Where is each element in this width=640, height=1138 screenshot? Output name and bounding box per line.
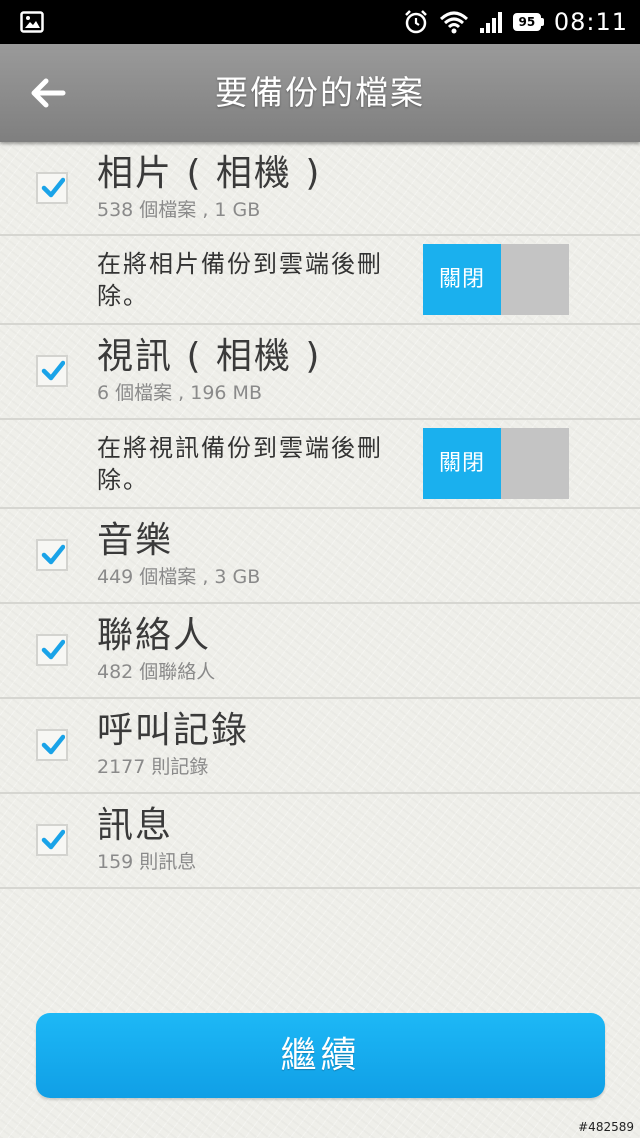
battery-level: 95 — [512, 13, 541, 31]
back-button[interactable] — [20, 68, 76, 118]
checkmark-icon — [41, 734, 65, 755]
battery-icon: 95 — [512, 13, 544, 31]
watermark: #482589 — [578, 1120, 634, 1134]
backup-list: 相片 ( 相機 ) 538 個檔案 , 1 GB 在將相片備份到雲端後刪除。 關… — [0, 142, 640, 889]
alarm-icon — [404, 10, 427, 34]
list-item-contacts[interactable]: 聯絡人 482 個聯絡人 — [0, 604, 640, 699]
checkmark-icon — [41, 360, 65, 381]
list-item-music[interactable]: 音樂 449 個檔案 , 3 GB — [0, 509, 640, 604]
status-bar: 95 08:11 — [0, 0, 640, 44]
item-title: 訊息 — [97, 805, 174, 846]
item-subtitle: 449 個檔案 , 3 GB — [97, 566, 261, 588]
toggle-label: 在將視訊備份到雲端後刪除。 — [97, 434, 383, 494]
toggle-state: 關閉 — [423, 244, 501, 315]
setting-row-delete-photos: 在將相片備份到雲端後刪除。 關閉 — [0, 236, 640, 325]
toggle-state: 關閉 — [423, 428, 501, 499]
list-item-call-log[interactable]: 呼叫記錄 2177 則記錄 — [0, 699, 640, 794]
call-log-checkbox[interactable] — [36, 729, 68, 761]
contacts-checkbox[interactable] — [36, 634, 68, 666]
item-subtitle: 482 個聯絡人 — [97, 661, 216, 683]
gallery-icon — [20, 11, 44, 33]
delete-photos-toggle[interactable]: 關閉 — [423, 244, 569, 315]
delete-videos-toggle[interactable]: 關閉 — [423, 428, 569, 499]
messages-checkbox[interactable] — [36, 824, 68, 856]
photos-checkbox[interactable] — [36, 172, 68, 204]
continue-button[interactable]: 繼續 — [36, 1013, 605, 1098]
item-title: 聯絡人 — [97, 615, 212, 656]
item-subtitle: 6 個檔案 , 196 MB — [97, 382, 262, 404]
checkmark-icon — [41, 639, 65, 660]
item-subtitle: 538 個檔案 , 1 GB — [97, 199, 261, 221]
music-checkbox[interactable] — [36, 539, 68, 571]
toggle-label: 在將相片備份到雲端後刪除。 — [97, 250, 383, 310]
app-header: 要備份的檔案 — [0, 44, 640, 142]
item-title: 視訊 ( 相機 ) — [97, 336, 322, 377]
checkmark-icon — [41, 544, 65, 565]
list-item-videos[interactable]: 視訊 ( 相機 ) 6 個檔案 , 196 MB — [0, 325, 640, 420]
item-title: 音樂 — [97, 520, 174, 561]
setting-row-delete-videos: 在將視訊備份到雲端後刪除。 關閉 — [0, 420, 640, 509]
list-item-photos[interactable]: 相片 ( 相機 ) 538 個檔案 , 1 GB — [0, 142, 640, 236]
status-time: 08:11 — [553, 8, 628, 36]
back-arrow-icon — [31, 78, 66, 108]
checkmark-icon — [41, 829, 65, 850]
status-icons: 95 08:11 — [403, 0, 628, 44]
item-subtitle: 159 則訊息 — [97, 851, 197, 873]
item-subtitle: 2177 則記錄 — [97, 756, 209, 778]
list-item-messages[interactable]: 訊息 159 則訊息 — [0, 794, 640, 889]
signal-icon — [479, 12, 502, 33]
wifi-icon — [439, 11, 468, 34]
item-title: 相片 ( 相機 ) — [97, 153, 322, 194]
videos-checkbox[interactable] — [36, 355, 68, 387]
page-title: 要備份的檔案 — [215, 73, 425, 112]
checkmark-icon — [41, 177, 65, 198]
item-title: 呼叫記錄 — [97, 710, 250, 751]
